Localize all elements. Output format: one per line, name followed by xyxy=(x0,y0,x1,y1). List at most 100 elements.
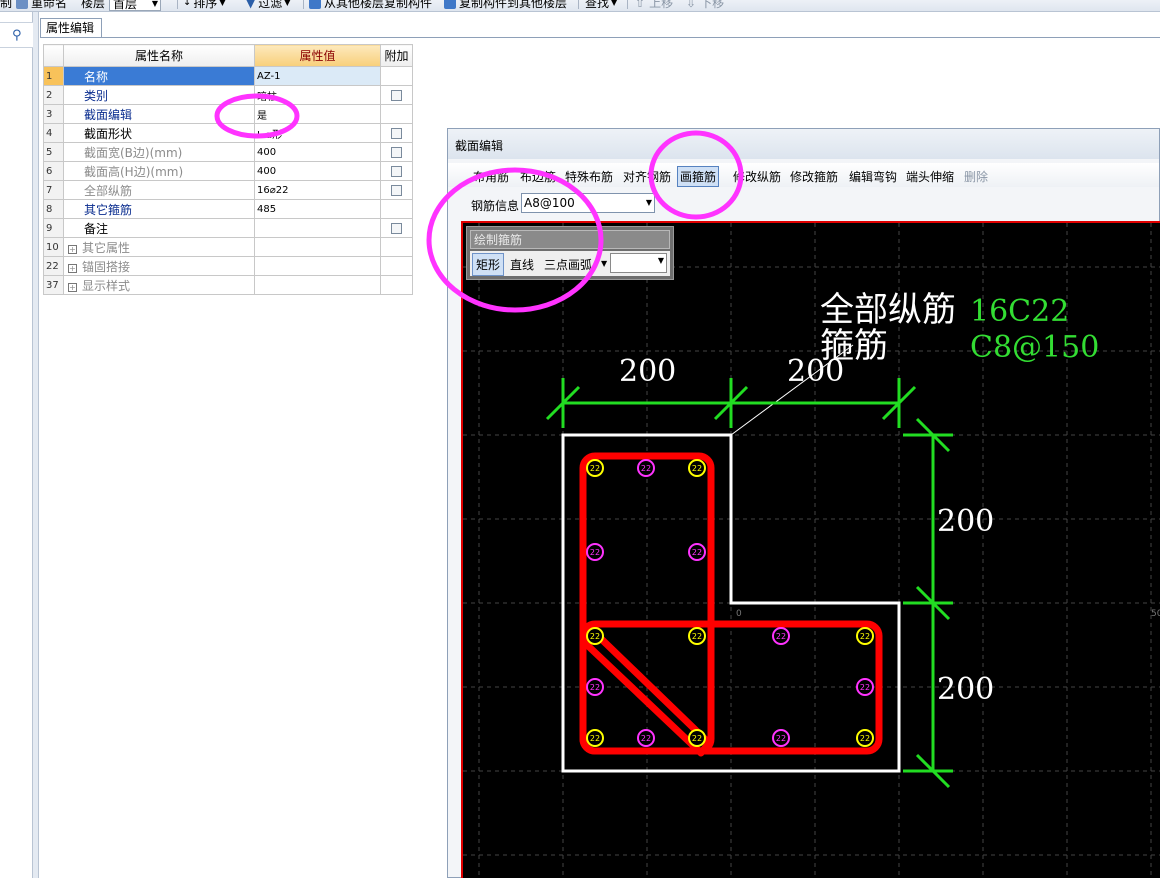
tool-special-rebar[interactable]: 特殊布筋 xyxy=(565,168,613,185)
property-row[interactable]: 9 备注 xyxy=(43,218,413,238)
header-property-value[interactable]: 属性值 xyxy=(254,44,381,67)
draw-arc-button[interactable]: 三点画弧 xyxy=(544,256,592,273)
value-stirrup: C8@150 xyxy=(970,330,1099,365)
property-value[interactable] xyxy=(254,237,381,257)
panel-splitter[interactable] xyxy=(33,12,39,878)
move-down-button[interactable]: ⇩ 下移 xyxy=(686,0,724,11)
extra-checkbox[interactable] xyxy=(391,185,402,196)
extra-cell xyxy=(380,275,413,295)
property-row[interactable]: 3 截面编辑是 xyxy=(43,104,413,124)
tool-edit-hook[interactable]: 编辑弯钩 xyxy=(849,168,897,185)
filter-button[interactable]: ▼ 过滤 ▼ xyxy=(246,0,290,11)
property-row[interactable]: 37 + 显示样式 xyxy=(43,275,413,295)
draw-rect-button[interactable]: 矩形 xyxy=(472,253,505,276)
property-row[interactable]: 10 + 其它属性 xyxy=(43,237,413,257)
tool-modify-stirrup[interactable]: 修改箍筋 xyxy=(790,168,838,185)
property-row[interactable]: 6 截面高(H边)(mm) 400 xyxy=(43,161,413,181)
property-value[interactable] xyxy=(254,275,381,295)
section-drawing-svg[interactable]: 全部纵筋 16C22 箍筋 C8@150 200 200 200 200 0 5… xyxy=(463,223,1160,878)
corner-rebar-point[interactable]: 22 xyxy=(586,459,604,477)
extra-checkbox[interactable] xyxy=(391,90,402,101)
side-rebar-point[interactable]: 22 xyxy=(586,543,604,561)
side-rebar-point[interactable]: 22 xyxy=(586,678,604,696)
toolbar-item-copy[interactable]: 制 xyxy=(0,0,12,11)
property-row[interactable]: 1 名称 AZ-1 xyxy=(43,66,413,86)
svg-text:22: 22 xyxy=(860,734,870,743)
property-row[interactable]: 2 类别 暗柱 xyxy=(43,85,413,105)
tool-delete[interactable]: 删除 xyxy=(964,168,988,185)
property-value[interactable]: 16⌀22 xyxy=(254,180,381,200)
move-up-button[interactable]: ⇧ 上移 xyxy=(635,0,673,11)
dimension-lines xyxy=(545,378,953,789)
chevron-down-icon[interactable]: ▼ xyxy=(601,259,607,268)
extra-cell xyxy=(380,104,413,124)
value-all-rebar: 16C22 xyxy=(970,294,1069,329)
property-value[interactable] xyxy=(254,218,381,238)
header-extra[interactable]: 附加 xyxy=(380,44,413,67)
rename-button[interactable]: 重命名 xyxy=(16,0,67,11)
dim-right-bottom: 200 xyxy=(937,672,994,707)
property-value[interactable]: L-a形 xyxy=(254,123,381,143)
extra-checkbox[interactable] xyxy=(391,147,402,158)
tool-edge-rebar[interactable]: 布边筋 xyxy=(520,168,556,185)
tool-end-extend[interactable]: 端头伸缩 xyxy=(906,168,954,185)
tree-search-box[interactable]: ⚲ xyxy=(0,22,33,48)
property-table: 属性名称 属性值 附加 1 名称 AZ-1 2 类别 暗柱 3 截面编辑是 4 截面形状 L-a形 5… xyxy=(43,44,413,295)
extra-checkbox[interactable] xyxy=(391,128,402,139)
tool-draw-stirrup[interactable]: 画箍筋 xyxy=(677,166,720,187)
tool-modify-long-rebar[interactable]: 修改纵筋 xyxy=(733,168,781,185)
corner-rebar-point[interactable]: 22 xyxy=(586,729,604,747)
side-rebar-point[interactable]: 22 xyxy=(688,543,706,561)
side-rebar-point[interactable]: 22 xyxy=(637,459,655,477)
header-property-name[interactable]: 属性名称 xyxy=(63,44,255,67)
copy-from-floor-button[interactable]: 从其他楼层复制构件 xyxy=(309,0,432,11)
property-name: 其它箍筋 xyxy=(63,199,255,219)
floor-select[interactable]: 首层 ▼ xyxy=(106,0,161,11)
side-rebar-point[interactable]: 22 xyxy=(856,678,874,696)
extra-checkbox[interactable] xyxy=(391,166,402,177)
property-row[interactable]: 5 截面宽(B边)(mm) 400 xyxy=(43,142,413,162)
property-value[interactable]: 485 xyxy=(254,199,381,219)
expand-icon[interactable]: + xyxy=(68,244,77,254)
property-value[interactable]: AZ-1 xyxy=(254,66,381,86)
origin-label: 0 xyxy=(736,609,742,619)
find-button[interactable]: 查找 ▼ xyxy=(585,0,617,11)
corner-rebar-point[interactable]: 22 xyxy=(856,729,874,747)
expand-icon[interactable]: + xyxy=(68,282,77,292)
property-value[interactable]: 是 xyxy=(254,104,381,124)
row-index: 1 xyxy=(43,66,64,86)
property-row[interactable]: 7 全部纵筋 16⌀22 xyxy=(43,180,413,200)
rebar-info-select[interactable]: A8@100 ▼ xyxy=(521,193,655,213)
property-value[interactable]: 400 xyxy=(254,161,381,181)
property-row[interactable]: 22 + 锚固搭接 xyxy=(43,256,413,276)
draw-stirrup-dropdown[interactable]: ▼ xyxy=(610,253,667,273)
property-value[interactable]: 400 xyxy=(254,142,381,162)
side-rebar-point[interactable]: 22 xyxy=(637,729,655,747)
side-rebar-point[interactable]: 22 xyxy=(772,627,790,645)
extra-checkbox[interactable] xyxy=(391,223,402,234)
corner-rebar-point[interactable]: 22 xyxy=(688,459,706,477)
svg-text:22: 22 xyxy=(590,632,600,641)
copy-to-floor-button[interactable]: 复制构件到其他楼层 xyxy=(444,0,567,11)
copy-from-floor-icon xyxy=(309,0,321,9)
search-icon[interactable]: ⚲ xyxy=(12,28,22,43)
tool-corner-rebar[interactable]: 布角筋 xyxy=(473,168,509,185)
property-value[interactable]: 暗柱 xyxy=(254,85,381,105)
draw-line-button[interactable]: 直线 xyxy=(510,256,534,273)
property-row[interactable]: 8 其它箍筋 485 xyxy=(43,199,413,219)
corner-rebar-point[interactable]: 22 xyxy=(856,627,874,645)
floor-label: 楼层 xyxy=(81,0,106,10)
property-row[interactable]: 4 截面形状 L-a形 xyxy=(43,123,413,143)
tab-property-editor[interactable]: 属性编辑 xyxy=(40,18,102,38)
expand-icon[interactable]: + xyxy=(68,263,77,273)
sort-button[interactable]: ↓ 排序 ▼ xyxy=(183,0,226,11)
corner-rebar-point[interactable]: 22 xyxy=(688,729,706,747)
svg-text:22: 22 xyxy=(860,683,870,692)
property-value[interactable] xyxy=(254,256,381,276)
side-rebar-point[interactable]: 22 xyxy=(772,729,790,747)
row-index: 9 xyxy=(43,218,64,238)
section-drawing-canvas[interactable]: 全部纵筋 16C22 箍筋 C8@150 200 200 200 200 0 5… xyxy=(461,221,1160,878)
corner-rebar-point[interactable]: 22 xyxy=(586,627,604,645)
tool-align-rebar[interactable]: 对齐钢筋 xyxy=(623,168,671,185)
corner-rebar-point[interactable]: 22 xyxy=(688,627,706,645)
